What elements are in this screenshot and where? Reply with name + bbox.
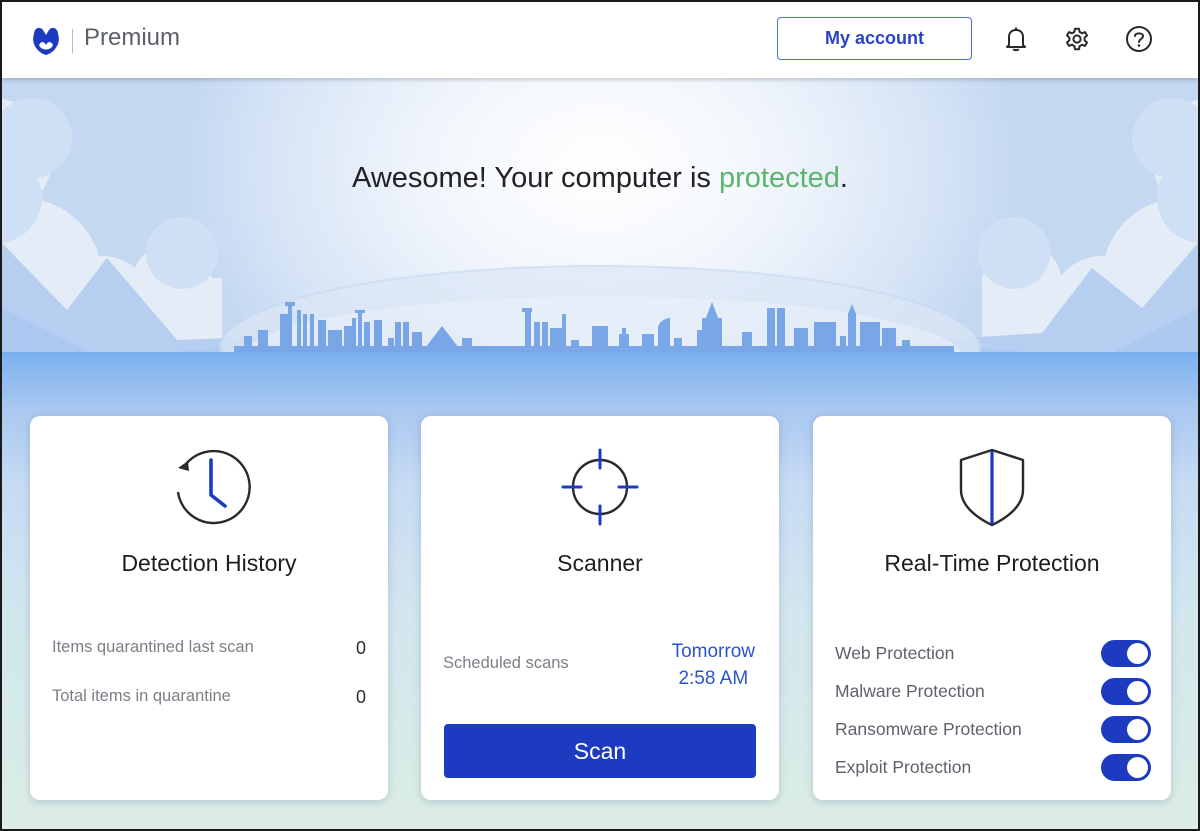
stat-label: Total items in quarantine	[52, 687, 231, 705]
shield-icon	[959, 448, 1025, 527]
scheduled-scan-time[interactable]: Tomorrow 2:58 AM	[672, 638, 755, 692]
crosshair-icon	[561, 448, 639, 526]
scheduled-scans-label: Scheduled scans	[443, 654, 569, 672]
protection-row-exploit: Exploit Protection	[835, 752, 1151, 782]
status-text-prefix: Awesome! Your computer is	[352, 162, 719, 194]
bell-icon[interactable]	[1001, 24, 1031, 54]
stat-label: Items quarantined last scan	[52, 638, 254, 656]
real-time-protection-title: Real-Time Protection	[884, 550, 1100, 576]
stat-row: Items quarantined last scan 0	[52, 638, 366, 659]
scan-button[interactable]: Scan	[444, 724, 756, 778]
scanner-card[interactable]: Scanner Scheduled scans Tomorrow 2:58 AM…	[421, 416, 779, 800]
gear-icon[interactable]	[1062, 24, 1092, 54]
protection-status-heading: Awesome! Your computer is protected.	[2, 162, 1198, 195]
top-bar: Premium My account	[2, 2, 1198, 78]
stat-value: 0	[355, 687, 366, 707]
ransomware-protection-toggle[interactable]	[1101, 715, 1151, 743]
my-account-button[interactable]: My account	[777, 17, 972, 60]
scheduled-scan-clock: 2:58 AM	[678, 668, 749, 689]
stat-row: Total items in quarantine 0	[52, 687, 366, 708]
stat-value: 0	[355, 638, 366, 658]
status-word: protected	[719, 162, 840, 194]
scanner-title: Scanner	[557, 550, 643, 576]
protection-label: Ransomware Protection	[835, 718, 1022, 739]
detection-history-card[interactable]: Detection History Items quarantined last…	[30, 416, 388, 800]
history-clock-icon	[176, 449, 251, 525]
exploit-protection-toggle[interactable]	[1101, 753, 1151, 781]
protection-label: Malware Protection	[835, 680, 985, 701]
protection-label: Web Protection	[835, 642, 955, 663]
status-text-suffix: .	[839, 162, 848, 194]
real-time-protection-card[interactable]: Real-Time Protection Web Protection Malw…	[813, 416, 1171, 800]
help-icon[interactable]	[1124, 24, 1154, 54]
toggle-knob	[1127, 756, 1148, 778]
web-protection-toggle[interactable]	[1101, 639, 1151, 667]
malware-protection-toggle[interactable]	[1101, 677, 1151, 705]
toggle-knob	[1127, 642, 1148, 664]
protection-row-malware: Malware Protection	[835, 676, 1151, 706]
protection-label: Exploit Protection	[835, 756, 972, 777]
app-window: Premium My account Awesome! Your compute…	[2, 2, 1198, 829]
detection-history-title: Detection History	[121, 550, 297, 576]
scheduled-scan-day: Tomorrow	[671, 641, 755, 662]
toggle-knob	[1127, 680, 1148, 702]
malwarebytes-logo-icon	[33, 27, 59, 55]
protection-row-ransomware: Ransomware Protection	[835, 714, 1151, 744]
product-name: Premium	[84, 24, 181, 51]
logo-separator	[72, 29, 73, 53]
toggle-knob	[1127, 718, 1148, 740]
protection-row-web: Web Protection	[835, 638, 1151, 668]
